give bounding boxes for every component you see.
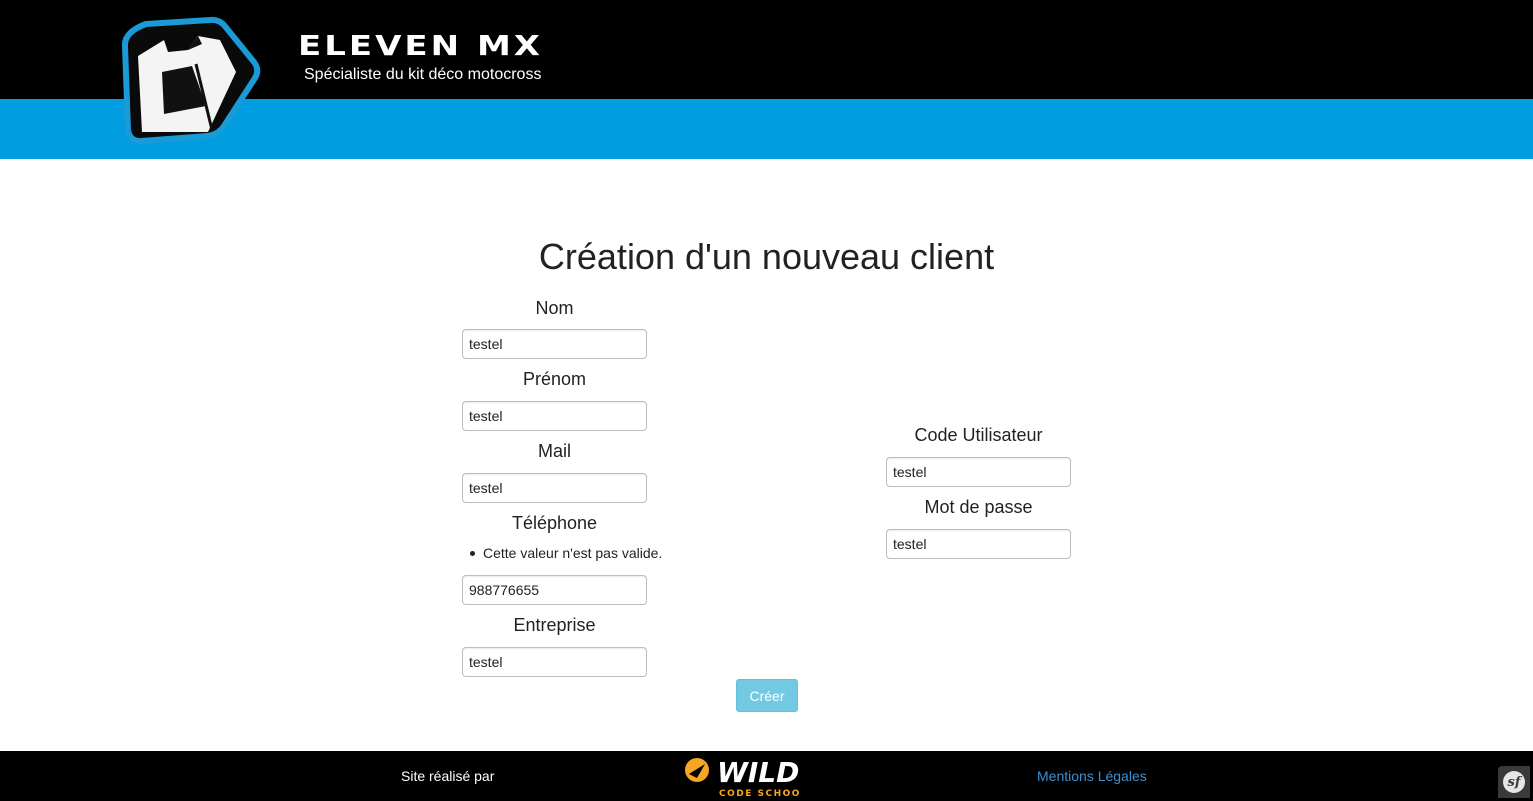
label-mail: Mail <box>537 441 571 461</box>
brand-title: ELEVEN MX <box>298 30 543 62</box>
symfony-badge-text: sf <box>1503 771 1525 793</box>
label-telephone: Téléphone <box>511 513 598 533</box>
label-entreprise: Entreprise <box>513 615 596 635</box>
telephone-input[interactable] <box>462 575 647 605</box>
wild-code-school-logo-icon[interactable]: WILD CODE SCHOOL <box>683 756 801 798</box>
label-nom: Nom <box>535 298 574 318</box>
prenom-input[interactable] <box>462 401 647 431</box>
wild-logo-word: WILD <box>717 756 799 789</box>
code-utilisateur-input[interactable] <box>886 457 1071 487</box>
label-code-utilisateur: Code Utilisateur <box>914 425 1043 445</box>
eleven-mx-logo-icon[interactable] <box>118 14 266 164</box>
bullet-icon <box>470 550 475 556</box>
label-mot-de-passe: Mot de passe <box>924 497 1033 517</box>
mot-de-passe-input[interactable] <box>886 529 1071 559</box>
label-prenom: Prénom <box>522 369 587 389</box>
page-title: Création d'un nouveau client <box>538 236 995 277</box>
telephone-error: Cette valeur n'est pas valide. <box>470 545 662 561</box>
create-button[interactable]: Créer <box>736 679 798 712</box>
entreprise-input[interactable] <box>462 647 647 677</box>
symfony-toolbar-icon[interactable]: sf <box>1498 766 1530 798</box>
telephone-error-text: Cette valeur n'est pas valide. <box>483 545 663 561</box>
brand-tagline: Spécialiste du kit déco motocross <box>304 66 542 83</box>
nom-input[interactable] <box>462 329 647 359</box>
wild-logo-sub: CODE SCHOOL <box>719 789 801 798</box>
footer-credit: Site réalisé par <box>401 768 495 784</box>
mail-input[interactable] <box>462 473 647 503</box>
mentions-legales-link[interactable]: Mentions Légales <box>1037 768 1147 784</box>
